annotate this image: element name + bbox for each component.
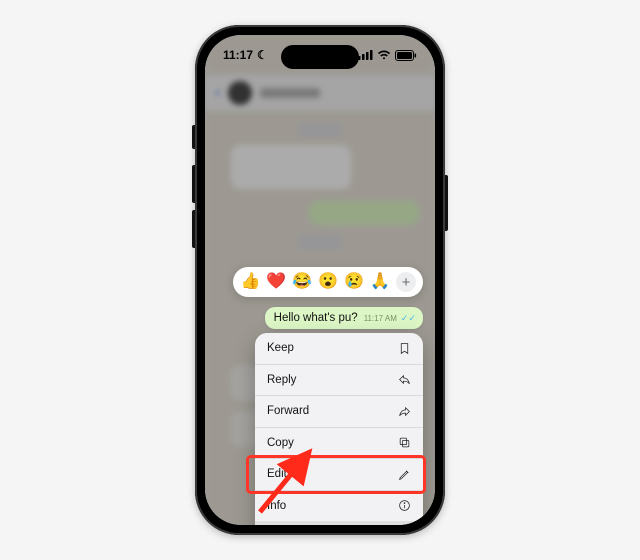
- menu-item-label: Info: [267, 500, 286, 512]
- menu-item-label: Edit: [267, 468, 287, 480]
- screen: ‹ 11:17 ☾: [205, 35, 435, 525]
- cellular-icon: [358, 50, 373, 60]
- reaction-bar: 👍 ❤️ 😂 😮 😢 🙏 +: [233, 267, 423, 297]
- reaction-thumbs-up[interactable]: 👍: [240, 274, 260, 290]
- message-context-menu: Keep Reply Forward Copy Edit: [255, 333, 423, 525]
- menu-item-copy[interactable]: Copy: [255, 427, 423, 459]
- menu-item-label: Keep: [267, 342, 294, 354]
- selected-message-time: 11:17 AM: [364, 314, 397, 323]
- menu-item-label: Copy: [267, 437, 294, 449]
- selected-message-bubble[interactable]: Hello what's pu? 11:17 AM ✓✓: [265, 307, 423, 329]
- reaction-pray[interactable]: 🙏: [370, 274, 390, 290]
- menu-item-forward[interactable]: Forward: [255, 395, 423, 427]
- reaction-sad[interactable]: 😢: [344, 274, 364, 290]
- info-icon: [398, 499, 411, 512]
- menu-item-delete[interactable]: Delete: [255, 521, 423, 525]
- menu-item-keep[interactable]: Keep: [255, 333, 423, 364]
- reply-icon: [398, 373, 411, 386]
- pencil-icon: [398, 468, 411, 481]
- reaction-wow[interactable]: 😮: [318, 274, 338, 290]
- menu-item-label: Reply: [267, 374, 296, 386]
- status-time: 11:17: [223, 48, 253, 62]
- wifi-icon: [377, 50, 391, 60]
- copy-icon: [398, 436, 411, 449]
- menu-item-label: Forward: [267, 405, 309, 417]
- dnd-moon-icon: ☾: [257, 48, 268, 62]
- bookmark-icon: [398, 342, 411, 355]
- reaction-laugh[interactable]: 😂: [292, 274, 312, 290]
- reaction-heart[interactable]: ❤️: [266, 274, 286, 290]
- read-receipt-icon: ✓✓: [401, 313, 416, 324]
- forward-icon: [398, 405, 411, 418]
- menu-item-edit[interactable]: Edit: [255, 458, 423, 490]
- reaction-add-button[interactable]: +: [396, 272, 416, 292]
- iphone-frame: ‹ 11:17 ☾: [195, 25, 445, 535]
- menu-item-info[interactable]: Info: [255, 490, 423, 522]
- battery-icon: [395, 50, 417, 61]
- selected-message-text: Hello what's pu?: [274, 312, 358, 324]
- menu-item-reply[interactable]: Reply: [255, 364, 423, 396]
- dynamic-island: [281, 45, 359, 69]
